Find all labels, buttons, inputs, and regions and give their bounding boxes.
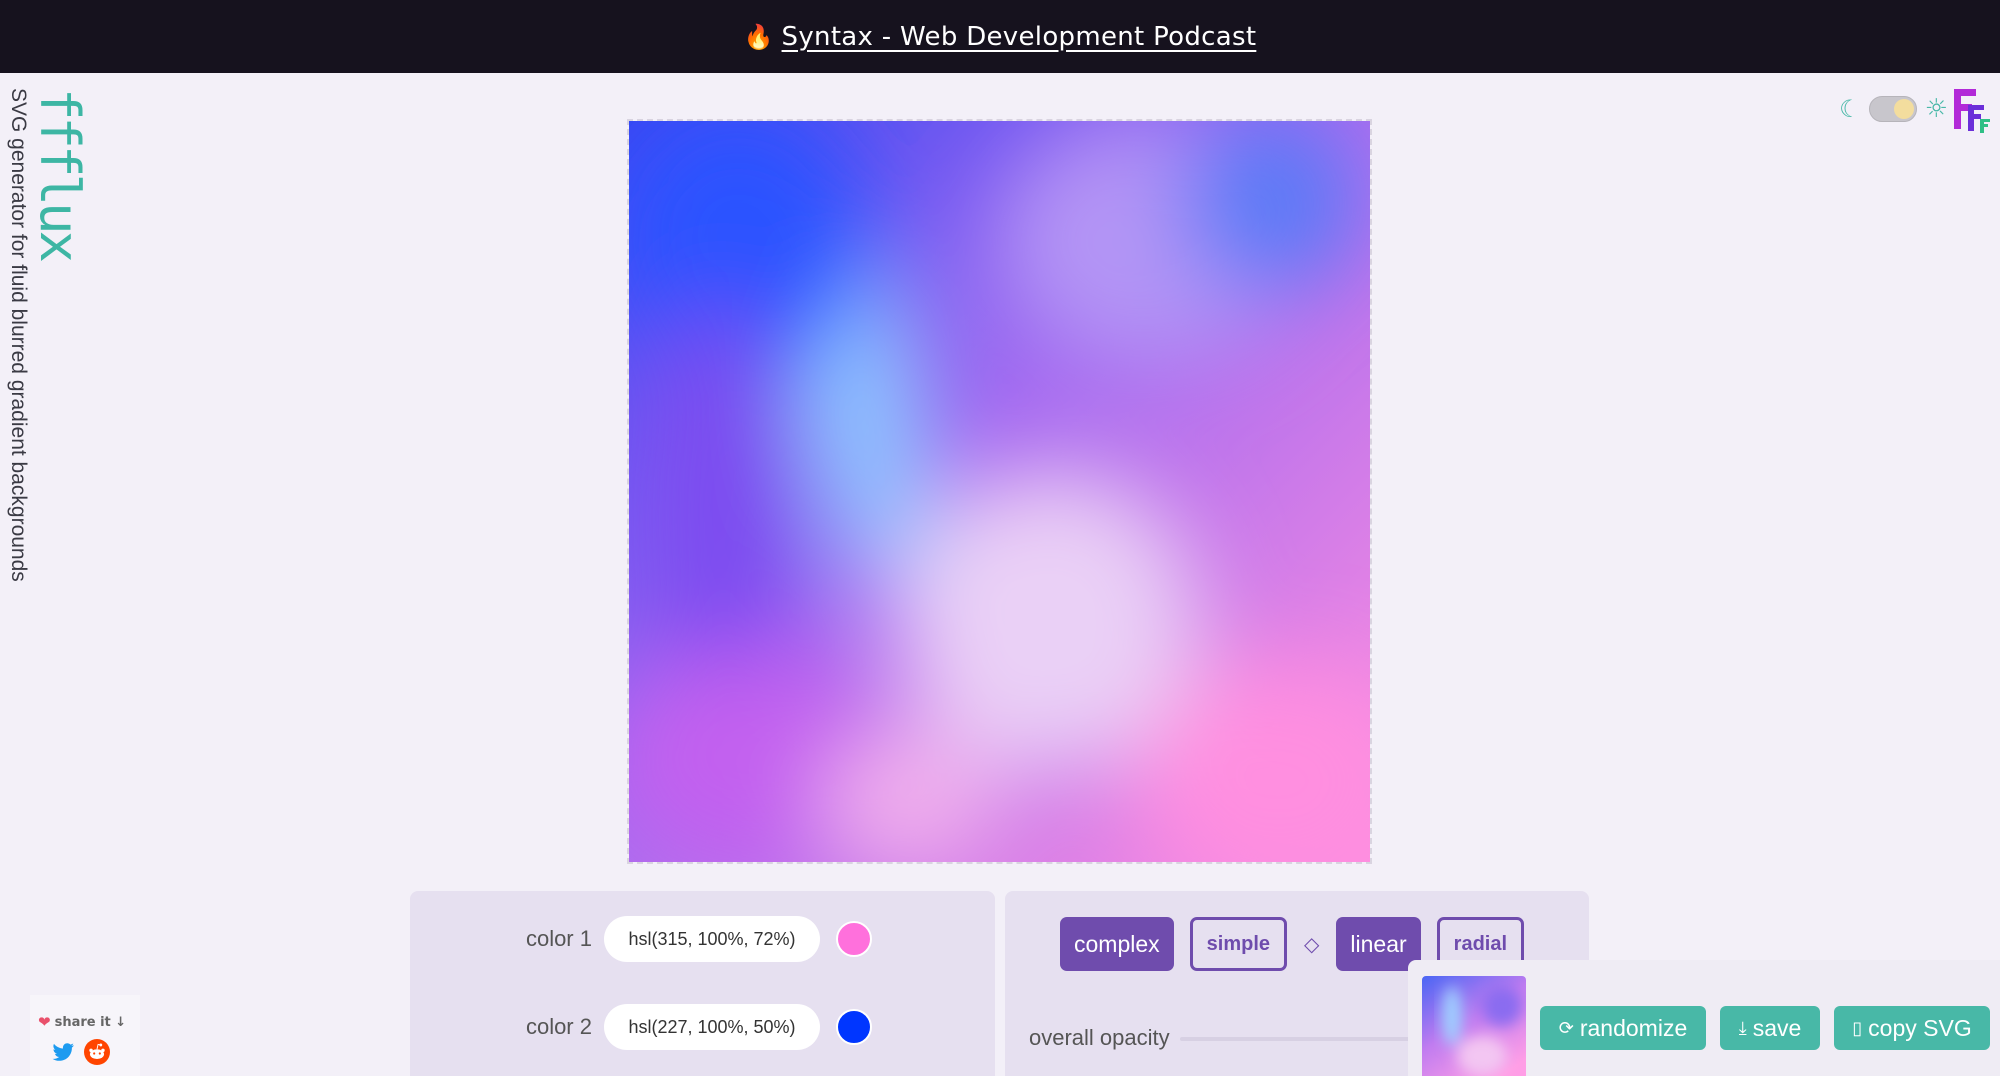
download-icon: ⤓ (1738, 1017, 1747, 1038)
brand-logo-text[interactable]: ffflux (28, 88, 91, 259)
app-logo-icon[interactable] (1950, 85, 1992, 135)
sun-icon: ☼ (1924, 94, 1948, 124)
randomize-button[interactable]: ⟳ randomize (1540, 1006, 1706, 1050)
switch-knob (1893, 99, 1914, 119)
complex-button[interactable]: complex (1060, 917, 1174, 971)
color1-label: color 1 (525, 926, 592, 951)
syntax-podcast-link[interactable]: Syntax - Web Development Podcast (782, 22, 1257, 52)
diamond-separator-icon: ◇ (1304, 932, 1320, 956)
refresh-icon: ⟳ (1558, 1017, 1574, 1038)
color1-input[interactable]: hsl(315, 100%, 72%) (604, 916, 820, 962)
simple-button[interactable]: simple (1189, 917, 1288, 971)
color1-row: color 1 hsl(315, 100%, 72%) (512, 916, 872, 962)
top-banner: 🔥 Syntax - Web Development Podcast (0, 0, 2000, 73)
clipboard-icon: ▯ (1852, 1017, 1863, 1038)
gradient-preview-canvas (627, 119, 1372, 864)
color1-swatch[interactable] (836, 921, 872, 957)
theme-switch[interactable] (1868, 96, 1917, 122)
heart-icon: ❤ (38, 1013, 51, 1031)
reddit-icon[interactable] (84, 1039, 110, 1065)
tagline: SVG generator for fluid blurred gradient… (7, 88, 30, 582)
linear-button[interactable]: linear (1336, 917, 1421, 971)
share-box: ❤ share it ↓ (30, 995, 140, 1076)
randomize-label: randomize (1579, 1014, 1688, 1041)
save-button[interactable]: ⤓ save (1720, 1006, 1820, 1050)
color2-row: color 2 hsl(227, 100%, 50%) (512, 1004, 872, 1050)
share-label: ❤ share it ↓ (38, 1013, 126, 1031)
color2-input[interactable]: hsl(227, 100%, 50%) (604, 1004, 820, 1050)
twitter-icon[interactable] (50, 1039, 76, 1065)
moon-icon: ☾ (1839, 95, 1861, 123)
fire-icon: 🔥 (743, 22, 774, 51)
gradient-thumbnail[interactable] (1422, 976, 1526, 1076)
theme-toggle-group: ☾ ☼ (1839, 94, 1948, 124)
opacity-slider[interactable] (1180, 1037, 1410, 1041)
share-text: share it ↓ (54, 1014, 127, 1030)
copy-svg-label: copy SVG (1868, 1014, 1972, 1041)
color2-label: color 2 (525, 1014, 592, 1039)
color2-swatch[interactable] (836, 1009, 872, 1045)
save-label: save (1752, 1014, 1802, 1041)
overall-opacity-label: overall opacity (1029, 1025, 1170, 1050)
copy-svg-button[interactable]: ▯ copy SVG (1834, 1006, 1990, 1050)
